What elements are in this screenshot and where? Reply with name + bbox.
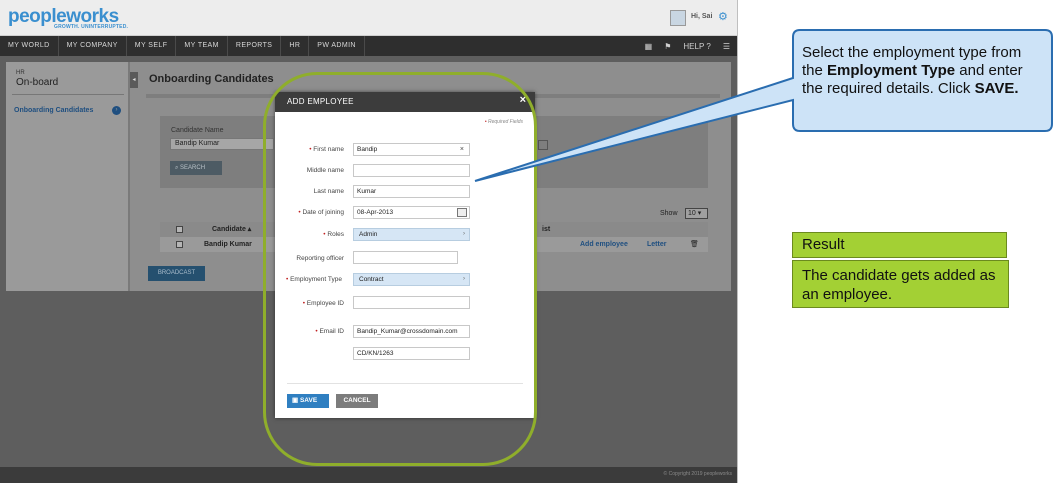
col-header-list: ist — [542, 226, 551, 233]
gear-icon[interactable]: ⚙ — [718, 10, 728, 23]
app-screenshot: peopleworks GROWTH. UNINTERRUPTED. Hi, S… — [0, 0, 738, 483]
nav-my-world[interactable]: MY WORLD — [0, 36, 59, 56]
app-header: peopleworks GROWTH. UNINTERRUPTED. Hi, S… — [0, 0, 738, 36]
search-button-label: SEARCH — [180, 165, 206, 171]
row-checkbox[interactable] — [176, 241, 183, 248]
show-label: Show — [660, 210, 678, 217]
user-greeting: Hi, Sai — [691, 13, 713, 20]
help-icon: ? — [706, 41, 711, 51]
callout-bold2: SAVE. — [974, 80, 1019, 97]
callout-text: Select the employment type from the Empl… — [802, 44, 1046, 98]
calendar-icon[interactable] — [538, 140, 548, 150]
nav-reports[interactable]: REPORTS — [228, 36, 282, 56]
search-icon: ⌕ — [175, 165, 179, 171]
page-size-select[interactable]: 10 ▾ — [685, 208, 708, 219]
candidate-name-input[interactable]: Bandip Kumar — [170, 138, 274, 150]
logo-tagline: GROWTH. UNINTERRUPTED. — [54, 24, 129, 30]
sidebar-item-onboarding-candidates[interactable]: Onboarding Candidates — [14, 107, 93, 114]
panel-title: On-board — [16, 77, 59, 88]
nav-hr[interactable]: HR — [281, 36, 310, 56]
result-text: The candidate gets added as an employee. — [792, 260, 1009, 308]
select-all-checkbox[interactable] — [176, 226, 183, 233]
callout-bold1: Employment Type — [827, 62, 956, 79]
nav-my-self[interactable]: MY SELF — [127, 36, 177, 56]
app-footer: © Copyright 2019 peopleworks — [0, 467, 738, 483]
nav-pw-admin[interactable]: PW ADMIN — [309, 36, 365, 56]
nav-my-team[interactable]: MY TEAM — [176, 36, 228, 56]
panel-divider — [12, 94, 124, 95]
col-header-candidate-label: Candidate — [212, 226, 246, 233]
add-employee-link[interactable]: Add employee — [580, 237, 628, 252]
letter-link[interactable]: Letter — [647, 237, 666, 252]
copyright-text: © Copyright 2019 peopleworks — [663, 471, 732, 477]
slide-divider — [737, 0, 738, 483]
grid-icon[interactable]: ▦ — [645, 42, 653, 51]
tutorial-slide: peopleworks GROWTH. UNINTERRUPTED. Hi, S… — [0, 0, 1055, 483]
collapse-panel-button[interactable]: ◂ — [130, 72, 138, 88]
col-header-candidate[interactable]: Candidate ▴ — [212, 222, 251, 237]
nav-my-company[interactable]: MY COMPANY — [59, 36, 127, 56]
nav-right-tools: ▦ ⚑ HELP ? ☰ — [645, 36, 730, 56]
trash-icon[interactable]: 🗑 — [690, 237, 699, 252]
panel-section-label: HR — [16, 70, 25, 76]
highlight-ring — [263, 72, 537, 466]
chevron-right-icon[interactable]: › — [112, 106, 121, 115]
page-size-value: 10 — [688, 210, 696, 217]
menu-icon[interactable]: ☰ — [723, 42, 730, 51]
page-title: Onboarding Candidates — [149, 73, 274, 85]
help-link[interactable]: HELP ? — [683, 42, 710, 51]
avatar[interactable] — [670, 10, 686, 26]
broadcast-button[interactable]: BROADCAST — [148, 266, 205, 281]
main-navbar: MY WORLD MY COMPANY MY SELF MY TEAM REPO… — [0, 36, 738, 56]
candidate-name-label: Candidate Name — [171, 127, 224, 134]
help-label: HELP — [683, 41, 705, 51]
search-button[interactable]: ⌕ SEARCH — [170, 161, 222, 175]
left-panel: HR On-board Onboarding Candidates › — [6, 62, 130, 291]
cell-candidate: Bandip Kumar — [204, 241, 252, 248]
flag-icon[interactable]: ⚑ — [664, 42, 671, 51]
result-heading: Result — [792, 232, 1007, 258]
